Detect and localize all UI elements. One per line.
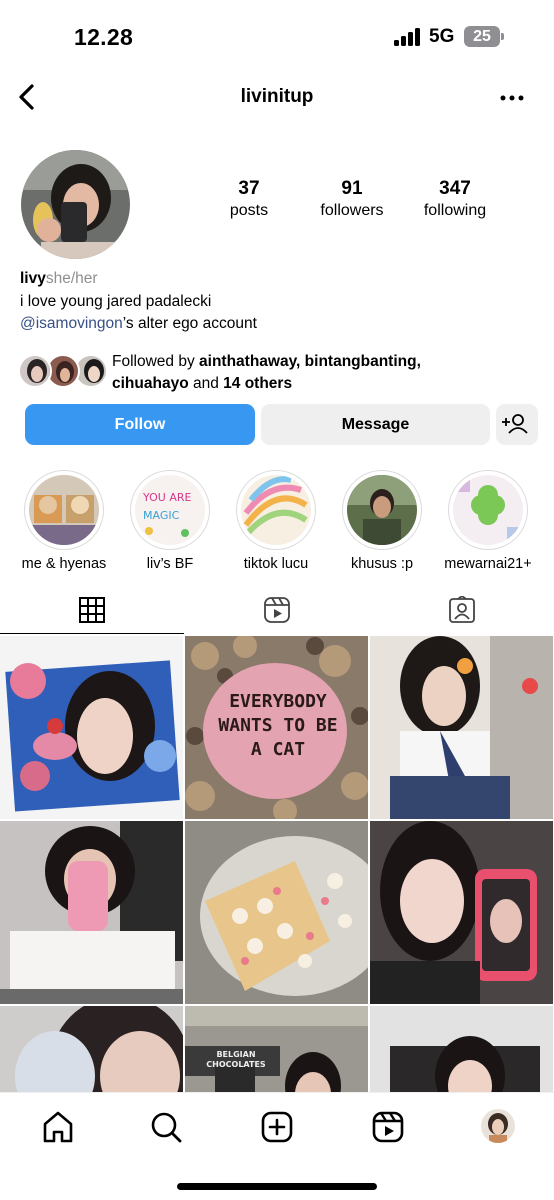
ellipsis-icon[interactable] (500, 86, 524, 110)
story-highlight[interactable]: me & hyenas (22, 470, 106, 572)
bio-mention-link[interactable]: @isamovingon (20, 315, 123, 332)
posts-grid: EVERYBODY WANTS TO BE A CAT BELGIAN CHOC… (0, 636, 554, 1092)
cellular-signal-icon (394, 28, 422, 46)
story-highlight[interactable]: tiktok lucu (234, 470, 318, 572)
story-highlight[interactable]: khusus :p (340, 470, 424, 572)
story-highlight[interactable]: YOU ARE MAGIC liv’s BF (128, 470, 212, 572)
stat-posts[interactable]: 37 posts (194, 178, 304, 220)
mutual-followers[interactable]: Followed by ainthathaway, bintangbanting… (18, 351, 538, 395)
follow-button[interactable]: Follow (25, 404, 255, 445)
bio-mention-line: @isamovingon’s alter ego account (20, 313, 540, 336)
status-time: 12.28 (74, 24, 134, 50)
home-icon[interactable] (38, 1107, 78, 1147)
post-text: BELGIAN CHOCOLATES (206, 1050, 266, 1069)
followed-by-names: ainthathaway, bintangbanting, (199, 353, 421, 370)
tab-tagged[interactable] (370, 588, 554, 634)
reels-icon (264, 597, 290, 623)
followed-by-others: 14 others (223, 375, 293, 392)
message-button[interactable]: Message (261, 404, 490, 445)
bio-mention-suffix: ’s alter ego account (122, 315, 257, 332)
post-thumbnail[interactable] (370, 1006, 553, 1092)
mutual-avatar (18, 354, 52, 388)
story-highlight[interactable]: mewarnai21+ (444, 470, 532, 572)
page-title: livinitup (240, 86, 314, 107)
post-thumbnail[interactable] (185, 821, 368, 1004)
followed-by-name3: cihuahayo (112, 375, 189, 392)
reels-icon[interactable] (368, 1107, 408, 1147)
search-icon[interactable] (146, 1107, 186, 1147)
bio-name-line: livyshe/her (20, 268, 540, 291)
post-text: EVERYBODY WANTS TO BE A CAT (218, 691, 338, 760)
profile-tabs (0, 588, 554, 634)
stat-following[interactable]: 347 following (400, 178, 510, 220)
stat-followers[interactable]: 91 followers (297, 178, 407, 220)
tagged-icon (449, 596, 475, 623)
followed-by-joiner: and (188, 375, 224, 392)
posts-count: 37 (238, 178, 260, 199)
following-label: following (423, 202, 487, 219)
bio-text: i love young jared padalecki (20, 292, 212, 310)
tab-reels[interactable] (185, 588, 369, 634)
create-icon[interactable] (257, 1107, 297, 1147)
post-thumbnail[interactable]: EVERYBODY WANTS TO BE A CAT (185, 636, 368, 819)
posts-label: posts (229, 202, 269, 219)
mutual-followers-text: Followed by ainthathaway, bintangbanting… (112, 351, 532, 395)
followers-count: 91 (341, 178, 363, 199)
profile-avatar[interactable] (21, 150, 130, 259)
highlight-label: mewarnai21+ (444, 556, 532, 572)
following-count: 347 (439, 178, 471, 199)
bio: livyshe/her i love young jared padalecki… (20, 268, 540, 336)
status-bar: 12.28 5G 25 (0, 0, 554, 74)
home-indicator (177, 1183, 377, 1190)
add-person-icon (502, 414, 528, 434)
profile-avatar[interactable] (481, 1109, 515, 1143)
post-thumbnail[interactable] (0, 1006, 183, 1092)
tab-posts-grid[interactable] (0, 588, 184, 634)
svg-text:MAGIC: MAGIC (143, 509, 180, 522)
svg-text:YOU ARE: YOU ARE (142, 491, 191, 504)
followers-label: followers (320, 202, 384, 219)
post-thumbnail[interactable] (0, 821, 183, 1004)
battery-icon: 25 (464, 26, 504, 47)
pronouns: she/her (45, 270, 98, 287)
post-thumbnail[interactable] (370, 821, 553, 1004)
post-thumbnail[interactable] (0, 636, 183, 819)
grid-icon (79, 597, 105, 623)
network-type: 5G (429, 26, 455, 47)
display-name: livy (20, 270, 46, 287)
profile-header: livinitup (0, 74, 554, 122)
post-thumbnail[interactable]: BELGIAN CHOCOLATES (185, 1006, 368, 1092)
suggested-accounts-button[interactable] (496, 404, 538, 445)
followed-by-prefix: Followed by (112, 353, 200, 370)
post-thumbnail[interactable] (370, 636, 553, 819)
